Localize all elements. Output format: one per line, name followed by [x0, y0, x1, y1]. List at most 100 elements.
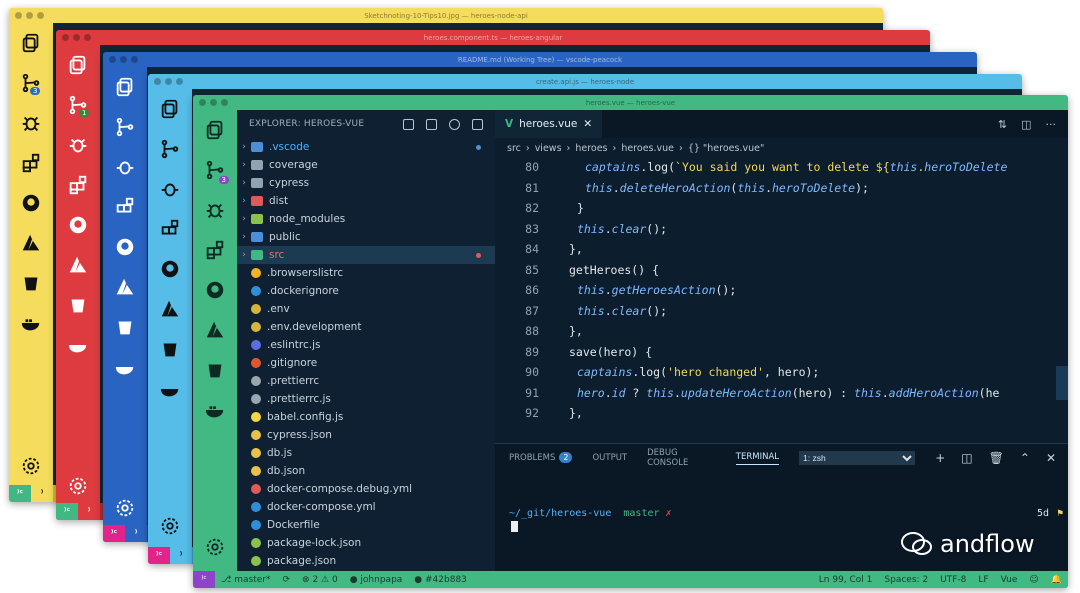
new-folder-icon[interactable] [426, 118, 437, 130]
tab-terminal[interactable]: TERMINAL [735, 452, 780, 465]
extensions-icon[interactable] [9, 143, 53, 183]
file-item[interactable]: .gitignore [237, 354, 495, 372]
extensions-icon[interactable] [193, 230, 237, 270]
problems-item[interactable]: ⊗ 2 ⚠ 0 [296, 575, 344, 585]
branch-icon[interactable]: ⁾ [31, 485, 53, 502]
file-item[interactable]: .prettierrc.js [237, 390, 495, 408]
github-icon[interactable] [103, 227, 147, 267]
azure-icon[interactable] [103, 267, 147, 307]
source-control-icon[interactable]: 3 [193, 150, 237, 190]
file-item[interactable]: .prettierrc [237, 372, 495, 390]
new-file-icon[interactable] [403, 118, 414, 130]
close-panel-icon[interactable]: ✕ [1046, 451, 1056, 465]
source-control-icon[interactable] [56, 85, 100, 125]
folder-item[interactable]: › cypress [237, 174, 495, 192]
branch-icon[interactable]: ⁾ [125, 525, 147, 542]
file-item[interactable]: .env [237, 300, 495, 318]
docker-icon[interactable] [148, 369, 192, 409]
folder-item[interactable]: › src [237, 246, 495, 264]
azure-icon[interactable] [56, 245, 100, 285]
extensions-icon[interactable] [148, 209, 192, 249]
extensions-icon[interactable] [56, 165, 100, 205]
folder-item[interactable]: › coverage [237, 156, 495, 174]
terminal-select[interactable]: 1: zsh [799, 451, 916, 465]
window-titlebar[interactable]: README.md (Working Tree) — vscode-peacoc… [103, 52, 977, 67]
folder-item[interactable]: › node_modules [237, 210, 495, 228]
breadcrumb-item[interactable]: src [507, 143, 521, 154]
debug-icon[interactable] [9, 103, 53, 143]
azure-icon[interactable] [193, 310, 237, 350]
window-titlebar[interactable]: heroes.vue — heroes-vue [193, 95, 1068, 110]
github-icon[interactable] [148, 249, 192, 289]
docker-icon[interactable] [56, 325, 100, 365]
file-item[interactable]: .browserslistrc [237, 264, 495, 282]
tab-heroes-vue[interactable]: V heroes.vue ✕ [495, 110, 603, 138]
settings-gear-icon[interactable] [9, 446, 53, 486]
kill-terminal-icon[interactable]: 🗑 [989, 451, 1004, 465]
github-icon[interactable] [193, 270, 237, 310]
github-user-item[interactable]: ● johnpapa [344, 575, 409, 585]
branch-icon[interactable]: ⁾ [78, 503, 100, 520]
explorer-icon[interactable] [148, 89, 192, 129]
breadcrumb-item[interactable]: views [535, 143, 562, 154]
feedback-icon[interactable]: ☺ [1023, 575, 1044, 585]
new-terminal-icon[interactable]: + [935, 451, 945, 465]
terminal-output[interactable]: ~/_git/heroes-vue master ✗ 5d ⚑ [495, 472, 1068, 533]
encoding[interactable]: UTF-8 [934, 575, 972, 585]
debug-icon[interactable] [148, 169, 192, 209]
app-service-icon[interactable] [103, 307, 147, 347]
window-heroes-vue[interactable]: heroes.vue — heroes-vue 3 EXPLORER: HERO… [193, 95, 1068, 588]
explorer-icon[interactable] [9, 23, 53, 63]
azure-icon[interactable] [148, 289, 192, 329]
code-editor[interactable]: 80 captains.log(`You said you want to del… [495, 158, 1068, 443]
more-actions-icon[interactable]: ··· [1046, 118, 1057, 131]
window-titlebar[interactable]: Sketchnoting-10-Tips10.jpg — heroes-node… [9, 8, 883, 23]
remote-icon[interactable]: ⁾ᶜ [9, 485, 31, 502]
maximize-panel-icon[interactable]: ⌃ [1020, 451, 1030, 465]
tab-output[interactable]: OUTPUT [592, 453, 627, 463]
file-item[interactable]: .eslintrc.js [237, 336, 495, 354]
app-service-icon[interactable] [9, 263, 53, 303]
settings-gear-icon[interactable] [148, 506, 192, 546]
azure-icon[interactable] [9, 223, 53, 263]
debug-icon[interactable] [103, 147, 147, 187]
remote-icon[interactable]: ⁾ᶜ [148, 547, 170, 564]
docker-icon[interactable] [103, 347, 147, 387]
split-editor-icon[interactable]: ◫ [1021, 118, 1031, 131]
debug-icon[interactable] [56, 125, 100, 165]
breadcrumb-item[interactable]: {} "heroes.vue" [688, 143, 765, 154]
explorer-icon[interactable] [193, 110, 237, 150]
docker-icon[interactable] [9, 303, 53, 343]
language-mode[interactable]: Vue [995, 575, 1024, 585]
file-item[interactable]: package-lock.json [237, 534, 495, 552]
peacock-color-item[interactable]: ● #42b883 [408, 575, 473, 585]
app-service-icon[interactable] [148, 329, 192, 369]
docker-icon[interactable] [193, 390, 237, 430]
github-icon[interactable] [9, 183, 53, 223]
file-item[interactable]: cypress.json [237, 426, 495, 444]
source-control-icon[interactable] [148, 129, 192, 169]
explorer-icon[interactable] [103, 67, 147, 107]
settings-gear-icon[interactable] [193, 527, 237, 567]
file-item[interactable]: db.js [237, 444, 495, 462]
remote-icon[interactable]: ⁾ᶜ [56, 503, 78, 520]
folder-item[interactable]: › .vscode [237, 138, 495, 156]
split-terminal-icon[interactable]: ◫ [961, 451, 972, 465]
source-control-icon[interactable] [9, 63, 53, 103]
app-service-icon[interactable] [56, 285, 100, 325]
indentation[interactable]: Spaces: 2 [878, 575, 934, 585]
branch-icon[interactable]: ⁾ [170, 547, 192, 564]
open-changes-icon[interactable]: ⇅ [998, 118, 1007, 131]
end-of-line[interactable]: LF [972, 575, 994, 585]
sync-icon[interactable]: ⟳ [276, 575, 296, 585]
explorer-icon[interactable] [56, 45, 100, 85]
source-control-icon[interactable] [103, 107, 147, 147]
file-item[interactable]: docker-compose.yml [237, 498, 495, 516]
window-titlebar[interactable]: heroes.component.ts — heroes-angular [56, 30, 930, 45]
file-item[interactable]: Dockerfile [237, 516, 495, 534]
settings-gear-icon[interactable] [103, 488, 147, 528]
branch-item[interactable]: ⎇ master* [215, 575, 276, 585]
remote-icon[interactable]: ⁾ᶜ [193, 571, 215, 588]
collapse-all-icon[interactable] [472, 118, 483, 130]
file-item[interactable]: package.json [237, 552, 495, 570]
